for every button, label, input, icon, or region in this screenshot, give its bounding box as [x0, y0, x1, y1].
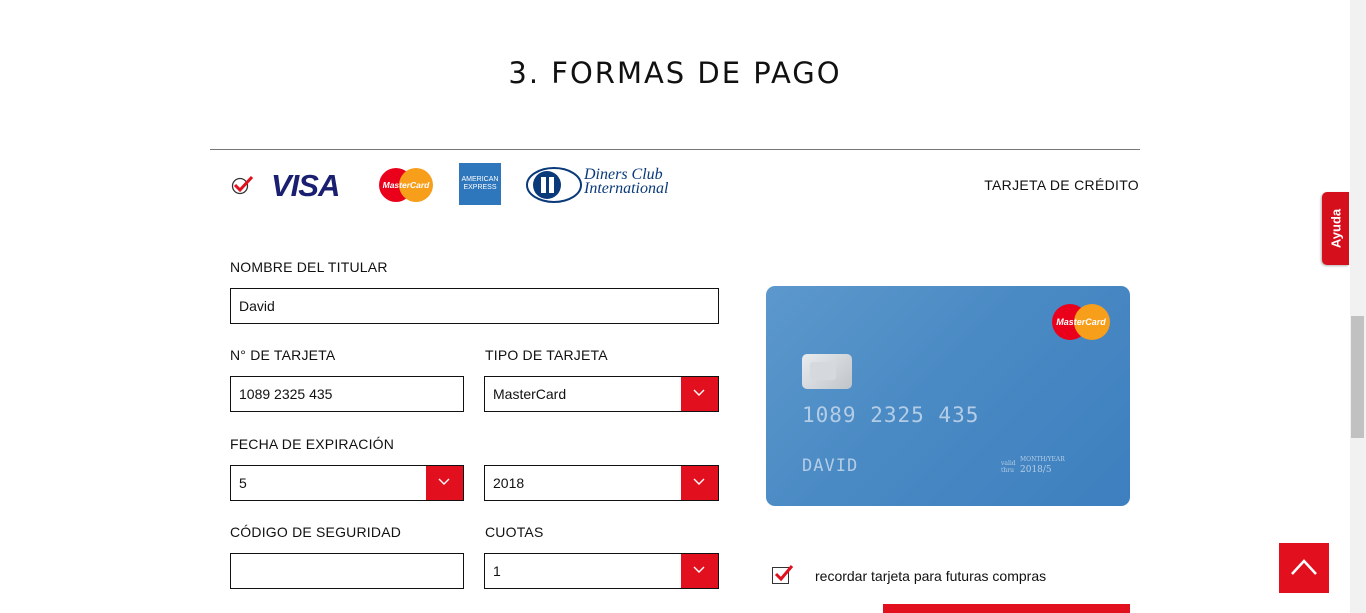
help-tab[interactable]: Ayuda: [1322, 192, 1349, 265]
visa-logo: VISA: [271, 168, 340, 203]
card-exp-label: MONTH/YEAR: [1020, 456, 1065, 463]
amex-logo: AMERICAN EXPRESS: [459, 163, 501, 205]
security-code-label: CÓDIGO DE SEGURIDAD: [230, 524, 402, 540]
expiry-year-value: 2018: [493, 475, 525, 491]
scrollbar[interactable]: [1350, 0, 1366, 613]
installments-select[interactable]: 1: [484, 553, 719, 589]
card-preview-number: 1089 2325 435: [802, 403, 980, 427]
payment-type-label: TARJETA DE CRÉDITO: [984, 177, 1139, 193]
diners-line2: International: [584, 180, 669, 197]
help-tab-label: Ayuda: [1328, 208, 1344, 249]
expiry-month-select[interactable]: 5: [230, 465, 464, 501]
mastercard-logo: MasterCard: [377, 167, 435, 203]
divider: [210, 149, 1140, 150]
card-type-select[interactable]: MasterCard: [484, 376, 719, 412]
expiry-label: FECHA DE EXPIRACIÓN: [230, 436, 395, 452]
amex-line2: EXPRESS: [463, 184, 497, 191]
card-preview-expiry: 2018/5: [1020, 465, 1052, 475]
remember-card-checkbox[interactable]: [772, 565, 794, 584]
card-valid-thru: valid thru: [1001, 460, 1016, 474]
expiry-year-select[interactable]: 2018: [484, 465, 719, 501]
expiry-month-value: 5: [239, 475, 247, 491]
holder-name-input[interactable]: David: [230, 288, 719, 324]
chevron-up-icon: [1291, 559, 1317, 575]
scroll-to-top-button[interactable]: [1279, 543, 1329, 593]
amex-line1: AMERICAN: [461, 176, 499, 183]
chevron-down-icon[interactable]: [681, 466, 718, 500]
svg-text:MasterCard: MasterCard: [383, 180, 431, 190]
continue-button[interactable]: [883, 604, 1130, 613]
card-valid-line1: valid: [1001, 460, 1016, 467]
card-number-input[interactable]: 1089 2325 435: [230, 376, 464, 412]
diners-logo: Diners Club International: [526, 167, 669, 203]
card-brand-text: MasterCard: [1056, 317, 1106, 327]
payment-selected-check-icon[interactable]: [231, 175, 254, 195]
scrollbar-thumb[interactable]: [1351, 316, 1364, 438]
installments-value: 1: [493, 563, 501, 579]
section-title: 3. FORMAS DE PAGO: [508, 56, 842, 90]
chevron-down-icon[interactable]: [681, 377, 718, 411]
holder-name-label: NOMBRE DEL TITULAR: [230, 259, 388, 275]
mastercard-logo: MasterCard: [1050, 303, 1112, 341]
card-chip: [802, 354, 852, 389]
card-number-label: N° DE TARJETA: [230, 347, 336, 363]
security-code-input[interactable]: [230, 553, 464, 589]
installments-label: CUOTAS: [485, 524, 544, 540]
remember-card-label: recordar tarjeta para futuras compras: [815, 568, 1047, 584]
card-type-value: MasterCard: [493, 386, 567, 402]
card-preview: MasterCard 1089 2325 435 DAVID valid thr…: [766, 286, 1130, 506]
card-type-label: TIPO DE TARJETA: [485, 347, 608, 363]
chevron-down-icon[interactable]: [426, 466, 463, 500]
card-valid-line2: thru: [1001, 467, 1015, 474]
chevron-down-icon[interactable]: [681, 554, 718, 588]
card-preview-name: DAVID: [802, 456, 859, 476]
